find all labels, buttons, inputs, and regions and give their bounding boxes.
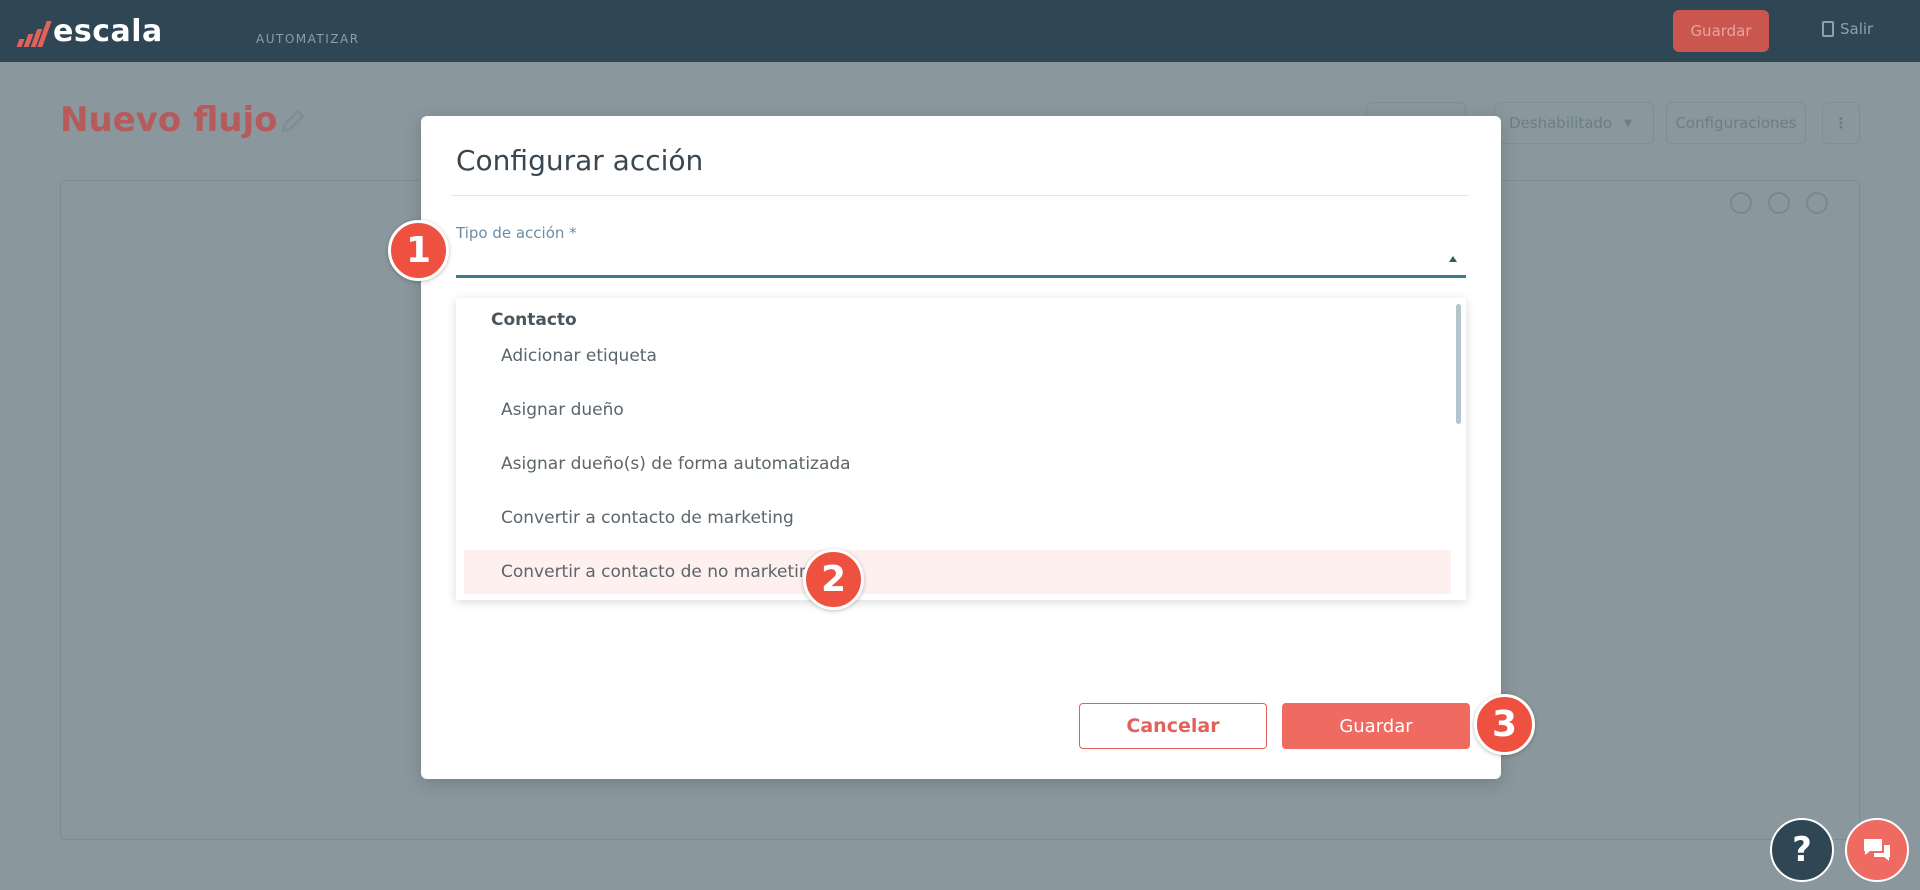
action-type-label: Tipo de acción *: [456, 224, 577, 242]
top-navbar: escala AUTOMATIZAR Guardar Salir: [0, 0, 1920, 62]
exit-button[interactable]: Salir: [1822, 20, 1873, 38]
help-button[interactable]: ?: [1770, 818, 1834, 882]
app-logo[interactable]: escala: [16, 14, 163, 49]
cancel-button[interactable]: Cancelar: [1079, 703, 1267, 749]
step-marker-2: 2: [803, 549, 864, 610]
configure-action-modal: Configurar acción Tipo de acción * Conta…: [421, 116, 1501, 779]
save-button[interactable]: Guardar: [1282, 703, 1470, 749]
modal-divider: [451, 195, 1469, 196]
page-title: Nuevo flujo: [60, 100, 278, 140]
caret-up-icon[interactable]: [1449, 256, 1457, 262]
user-icon[interactable]: [1806, 192, 1828, 214]
nav-item-automatizar[interactable]: AUTOMATIZAR: [256, 32, 360, 46]
chat-button[interactable]: [1845, 818, 1909, 882]
chat-icon: [1864, 839, 1890, 861]
action-type-select[interactable]: [456, 275, 1466, 278]
logo-bars-icon: [16, 17, 52, 47]
dropdown-scrollbar[interactable]: [1456, 304, 1461, 424]
dropdown-group-contacto: Contacto: [491, 310, 577, 330]
logo-text: escala: [53, 14, 163, 49]
dropdown-option[interactable]: Asignar dueño: [464, 388, 1451, 432]
door-icon: [1822, 21, 1834, 37]
dropdown-option[interactable]: Convertir a contacto de marketing: [464, 496, 1451, 540]
dropdown-option-highlighted[interactable]: Convertir a contacto de no marketing: [464, 550, 1451, 594]
pencil-icon[interactable]: [278, 106, 308, 136]
config-button[interactable]: Configuraciones: [1666, 102, 1806, 144]
zoom-out-icon[interactable]: [1768, 192, 1790, 214]
modal-title: Configurar acción: [456, 144, 704, 177]
zoom-in-icon[interactable]: [1730, 192, 1752, 214]
step-marker-1: 1: [388, 220, 449, 281]
top-save-button[interactable]: Guardar: [1673, 10, 1769, 52]
canvas-toolbar: [1730, 192, 1828, 214]
step-marker-3: 3: [1474, 694, 1535, 755]
exit-label: Salir: [1840, 20, 1874, 38]
more-options-button[interactable]: ⋮: [1822, 102, 1860, 144]
dropdown-option[interactable]: Asignar dueño(s) de forma automatizada: [464, 442, 1451, 486]
status-label: Deshabilitado: [1509, 114, 1613, 132]
dropdown-option[interactable]: Adicionar etiqueta: [464, 334, 1451, 378]
chevron-down-icon: ▼: [1624, 117, 1632, 129]
action-type-dropdown: Contacto Adicionar etiqueta Asignar dueñ…: [456, 298, 1466, 600]
status-dropdown[interactable]: Deshabilitado ▼: [1494, 102, 1654, 144]
